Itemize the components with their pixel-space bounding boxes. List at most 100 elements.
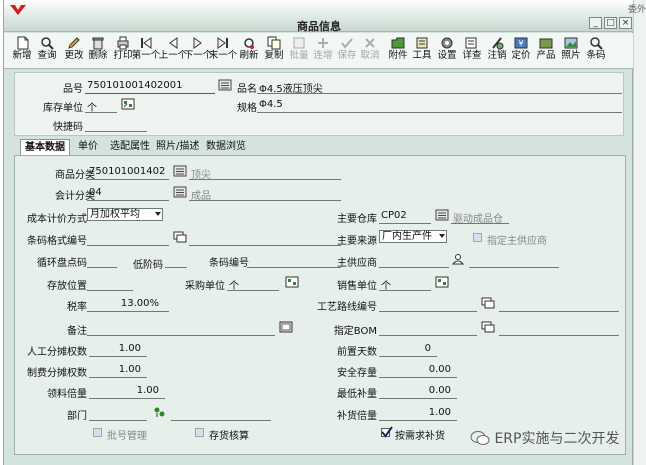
title-bar: 商品信息 _ □ × xyxy=(4,0,634,33)
tab-1[interactable]: 单价 xyxy=(74,139,102,156)
code-label: 品号 xyxy=(63,84,83,95)
cycle-count-label: 循环盘点码 xyxy=(37,258,87,269)
reorder-multiple-label: 补货倍量 xyxy=(337,411,377,422)
assign-supplier-label: 指定主供应商 xyxy=(487,236,547,247)
reorder-multiple-field[interactable]: 1.00 xyxy=(405,407,451,418)
svg-text:¥: ¥ xyxy=(518,39,523,48)
tab-0[interactable]: 基本数据 xyxy=(20,139,70,156)
cost-method-value: 月加权平均 xyxy=(90,209,140,220)
tab-2[interactable]: 选配属性 xyxy=(106,139,154,156)
maximize-button[interactable]: □ xyxy=(604,17,617,29)
labor-weight-field[interactable]: 1.00 xyxy=(101,343,141,354)
safety-stock-field[interactable]: 0.00 xyxy=(405,364,451,375)
main-source-label: 主要来源 xyxy=(337,236,377,247)
tab-3[interactable]: 照片/描述 xyxy=(152,139,203,156)
toolbar: 新增 查询 更改 删除 打印 第一个 上一个 下一个 末一个 刷新 复制 批量 连增 保存 取消 附件 工具 设置… xyxy=(4,33,634,69)
batch-management-checkbox[interactable] xyxy=(93,428,102,437)
next-record-icon xyxy=(193,37,202,49)
route-label: 工艺路线编号 xyxy=(317,302,377,313)
min-reorder-field[interactable]: 0.00 xyxy=(405,385,451,396)
remark-underline xyxy=(87,335,275,336)
labor-weight-label: 人工分摊权数 xyxy=(27,347,87,358)
sales-unit-picker-icon[interactable] xyxy=(435,276,449,288)
tax-rate-underline xyxy=(87,311,169,312)
checkmark-icon xyxy=(381,426,393,438)
unit-picker-icon[interactable] xyxy=(121,98,135,110)
issue-multiple-underline xyxy=(89,398,165,399)
barcode-format-underline xyxy=(87,245,169,246)
minimize-button[interactable]: _ xyxy=(589,17,602,29)
stock-accounting-label: 存货核算 xyxy=(209,431,249,442)
account-picker-icon[interactable] xyxy=(173,186,187,198)
spec-field[interactable]: Φ4.5 xyxy=(259,99,283,110)
watermark-text: ERP实施与二次开发 xyxy=(494,431,620,447)
bom-label: 指定BOM xyxy=(333,326,377,337)
account-label: 会计分类 xyxy=(55,191,95,202)
main-warehouse-field[interactable]: CP02 xyxy=(381,210,407,221)
background-window-label: 委外 xyxy=(627,5,646,15)
toolbar-label: 条码 xyxy=(586,50,606,61)
purchase-unit-underline xyxy=(227,290,279,291)
route-picker-icon[interactable] xyxy=(481,297,495,309)
basic-data-panel: 商品分类 750101001402 顶尖 会计分类 04 成品 成本计价方式 月… xyxy=(14,155,626,455)
category-underline xyxy=(87,179,169,180)
warehouse-name-underline xyxy=(451,223,509,224)
batch-icon xyxy=(293,37,305,49)
main-source-select[interactable]: 厂内生产件 xyxy=(379,230,447,243)
main-source-value: 厂内生产件 xyxy=(382,231,432,242)
spec-label: 规格 xyxy=(237,103,257,114)
refresh-icon xyxy=(244,38,254,49)
demand-replenish-checkbox[interactable] xyxy=(381,426,393,438)
last-record-icon xyxy=(217,37,228,49)
tax-rate-field[interactable]: 13.00% xyxy=(101,298,159,309)
stock-position-label: 存放位置 xyxy=(47,281,87,292)
issue-multiple-field[interactable]: 1.00 xyxy=(115,385,159,396)
main-supplier-name-underline xyxy=(469,267,559,268)
quick-code-underline xyxy=(85,131,147,132)
assign-supplier-checkbox[interactable] xyxy=(473,233,482,242)
department-picker-icon[interactable] xyxy=(152,406,166,418)
copy-icon xyxy=(267,36,281,50)
purchase-unit-label: 采购单位 xyxy=(185,281,225,292)
stock-position-underline xyxy=(87,290,133,291)
account-underline xyxy=(87,200,169,201)
safety-stock-underline xyxy=(379,377,457,378)
category-field[interactable]: 750101001402 xyxy=(89,166,165,177)
sales-unit-label: 销售单位 xyxy=(337,281,377,292)
supplier-person-icon[interactable] xyxy=(451,253,465,265)
warehouse-picker-icon[interactable] xyxy=(435,209,449,221)
toolbar-barcode-button[interactable]: 条码 xyxy=(584,35,608,67)
category-picker-icon[interactable] xyxy=(173,165,187,177)
tab-4[interactable]: 数据浏览 xyxy=(202,139,250,156)
bom-name-underline xyxy=(499,335,619,336)
trash-icon xyxy=(92,37,104,50)
purchase-unit-picker-icon[interactable] xyxy=(285,276,299,288)
barcode-format-picker-icon[interactable] xyxy=(173,231,187,243)
window-title: 商品信息 xyxy=(297,20,341,33)
mfg-weight-underline xyxy=(89,377,147,378)
barcode-search-icon xyxy=(590,37,603,50)
list-picker-icon[interactable] xyxy=(218,79,232,91)
remark-editor-icon[interactable] xyxy=(279,321,293,333)
stock-accounting-checkbox[interactable] xyxy=(195,428,204,437)
tools-icon xyxy=(416,37,428,49)
close-button[interactable]: × xyxy=(619,17,632,29)
lead-days-field[interactable]: 0 xyxy=(395,343,431,354)
batch-management-label: 批号管理 xyxy=(107,431,147,442)
unit-field-underline xyxy=(85,112,117,113)
cost-method-select[interactable]: 月加权平均 xyxy=(87,208,163,221)
prev-record-icon xyxy=(169,37,178,49)
toolbar-cancel-button[interactable]: 取消 xyxy=(358,35,382,67)
watermark: ERP实施与二次开发 xyxy=(470,428,619,448)
price-icon: ¥ xyxy=(514,37,528,49)
account-field[interactable]: 04 xyxy=(89,187,102,198)
code-field[interactable]: 750101001402001 xyxy=(87,80,182,91)
reorder-multiple-underline xyxy=(379,420,457,421)
name-field-underline xyxy=(257,93,622,94)
low-level-label: 低阶码 xyxy=(133,260,163,271)
bom-picker-icon[interactable] xyxy=(481,321,495,333)
product-info-window: 商品信息 _ □ × 新增 查询 更改 删除 打印 第一个 上一个 下一个 末一个 刷新 复制 批量连… xyxy=(3,0,634,465)
mfg-weight-field[interactable]: 1.00 xyxy=(101,364,141,375)
tax-rate-label: 税率 xyxy=(67,302,87,313)
pencil-icon xyxy=(68,37,80,49)
